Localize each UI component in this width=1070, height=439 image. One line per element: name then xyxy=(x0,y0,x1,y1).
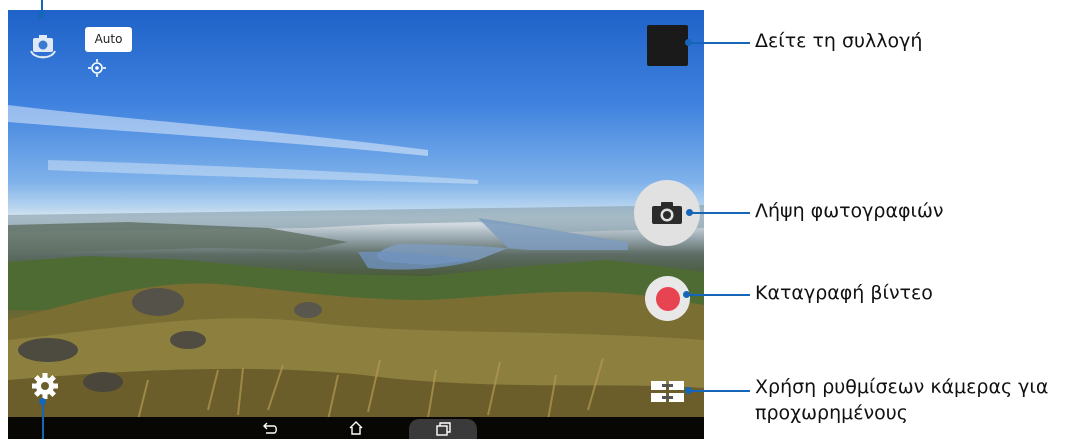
callout-line-gallery xyxy=(690,42,750,44)
record-button[interactable] xyxy=(645,276,690,321)
callout-line-advanced xyxy=(690,390,750,392)
callout-dot-switch-camera xyxy=(38,12,45,19)
home-icon[interactable] xyxy=(347,420,365,436)
camera-icon xyxy=(652,202,682,224)
switch-camera-icon[interactable] xyxy=(28,29,58,59)
callout-dot-settings xyxy=(39,398,46,405)
record-dot-icon xyxy=(655,286,680,311)
gear-icon[interactable] xyxy=(30,371,60,401)
scene-mode-badge[interactable]: Auto xyxy=(85,27,132,52)
focus-crosshair-icon xyxy=(88,59,106,77)
recent-apps-icon xyxy=(436,422,451,436)
callout-line-video xyxy=(688,294,750,296)
callout-line-settings xyxy=(42,402,44,439)
system-navigation-bar xyxy=(8,417,704,439)
recent-apps-button[interactable] xyxy=(409,419,477,439)
callout-label-advanced-line2: προχωρημένους xyxy=(755,402,908,424)
advanced-settings-icon[interactable] xyxy=(651,381,684,403)
back-icon[interactable] xyxy=(260,420,278,436)
callout-label-video: Καταγραφή βίντεο xyxy=(755,282,933,304)
callout-line-photo xyxy=(691,212,750,214)
callout-label-advanced-line1: Χρήση ρυθμίσεων κάμερας για xyxy=(755,376,1049,398)
callout-label-gallery: Δείτε τη συλλογή xyxy=(755,30,923,52)
callout-label-photo: Λήψη φωτογραφιών xyxy=(755,200,944,222)
landscape-scene xyxy=(8,105,704,439)
camera-viewfinder[interactable]: Auto xyxy=(8,10,704,439)
gallery-thumbnail[interactable] xyxy=(647,25,688,66)
